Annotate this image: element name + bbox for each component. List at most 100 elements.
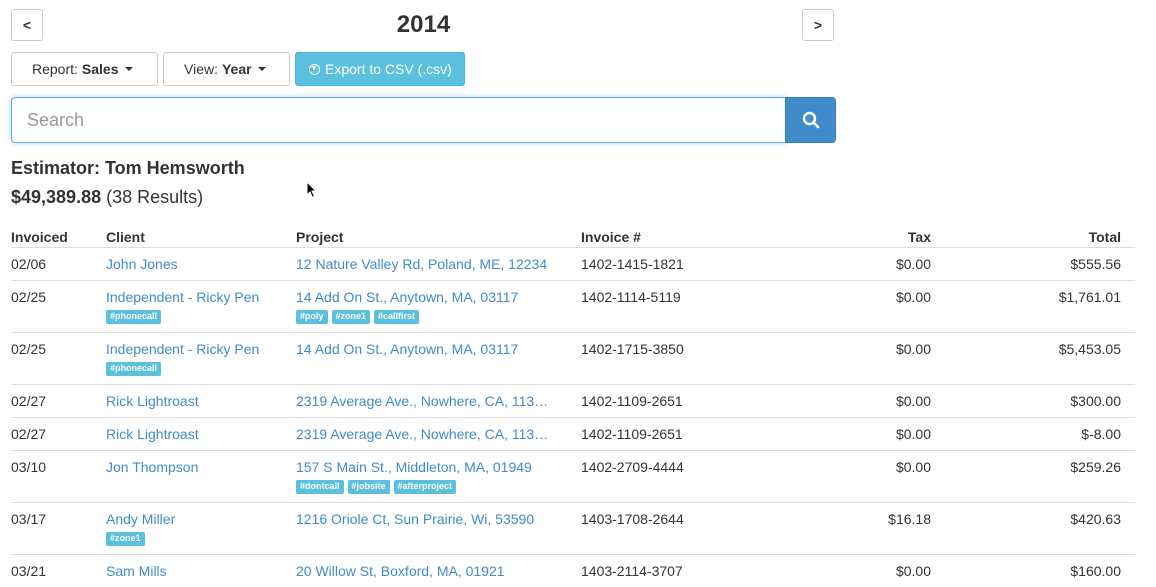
- tag-badge[interactable]: #zone1: [332, 310, 371, 324]
- total-amount-cell: $-8.00: [945, 418, 1135, 451]
- estimator-heading: Estimator: Tom Hemsworth: [11, 158, 245, 179]
- project-cell: 14 Add On St., Anytown, MA, 03117: [296, 333, 581, 385]
- invoice-number: 1402-1415-1821: [581, 248, 821, 281]
- client-link[interactable]: John Jones: [106, 256, 178, 272]
- client-link[interactable]: Jon Thompson: [106, 459, 198, 475]
- table-row[interactable]: 02/25Independent - Ricky Pen#phonecall14…: [11, 333, 1135, 385]
- tag-badge[interactable]: #phonecall: [106, 310, 161, 324]
- download-icon: [309, 64, 320, 75]
- view-value: Year: [222, 61, 252, 77]
- report-dropdown-button[interactable]: Report: Sales: [11, 52, 158, 86]
- table-row[interactable]: 03/17Andy Miller #zone1 1216 Oriole Ct, Su…: [11, 503, 1135, 555]
- project-tags: #dontcall #jobsite #afterproject: [296, 480, 581, 494]
- tag-badge[interactable]: #dontcall: [296, 480, 344, 494]
- total-amount-cell: $555.56: [945, 248, 1135, 281]
- project-link[interactable]: 14 Add On St., Anytown, MA, 03117: [296, 289, 551, 305]
- col-header-invoice-number[interactable]: Invoice #: [581, 225, 821, 248]
- tag-badge[interactable]: #jobsite: [348, 480, 390, 494]
- tax-amount: $0.00: [821, 333, 945, 385]
- total-amount-cell: $1,761.01: [945, 281, 1135, 333]
- tag-badge[interactable]: #phonecall: [106, 362, 161, 376]
- year-title: 2014: [0, 11, 847, 39]
- tax-amount: $16.18: [821, 503, 945, 555]
- search-button[interactable]: [785, 97, 836, 143]
- client-link[interactable]: Independent - Ricky Pen: [106, 289, 259, 305]
- tax-amount: $0.00: [821, 418, 945, 451]
- col-header-invoiced[interactable]: Invoiced: [11, 225, 106, 248]
- project-cell: 14 Add On St., Anytown, MA, 03117 #poly #z…: [296, 281, 581, 333]
- col-header-project[interactable]: Project: [296, 225, 581, 248]
- client-cell: Andy Miller #zone1: [106, 503, 296, 555]
- invoiced-date: 02/27: [11, 418, 106, 451]
- invoice-number: 1402-1109-2651: [581, 385, 821, 418]
- col-header-client[interactable]: Client: [106, 225, 296, 248]
- table-row[interactable]: 02/06John Jones12 Nature Valley Rd, Pola…: [11, 248, 1135, 281]
- invoiced-date: 03/10: [11, 451, 106, 503]
- table-row[interactable]: 02/27Rick Lightroast2319 Average Ave., N…: [11, 385, 1135, 418]
- project-cell: 157 S Main St., Middleton, MA, 01949 #don…: [296, 451, 581, 503]
- project-link[interactable]: 157 S Main St., Middleton, MA, 01949: [296, 459, 551, 475]
- project-link[interactable]: 14 Add On St., Anytown, MA, 03117: [296, 341, 551, 357]
- project-cell: 12 Nature Valley Rd, Poland, ME, 12234: [296, 248, 581, 281]
- project-link[interactable]: 20 Willow St, Boxford, MA, 01921: [296, 563, 551, 579]
- tag-badge[interactable]: #poly: [296, 310, 328, 324]
- sales-table: Invoiced Client Project Invoice # Tax To…: [11, 225, 1135, 587]
- tax-amount: $0.00: [821, 555, 945, 587]
- client-link[interactable]: Rick Lightroast: [106, 426, 199, 442]
- search-icon: [802, 111, 820, 129]
- client-link[interactable]: Andy Miller: [106, 511, 175, 527]
- next-year-button[interactable]: >: [802, 9, 834, 41]
- project-link[interactable]: 2319 Average Ave., Nowhere, CA, 113…: [296, 426, 551, 442]
- client-tags: #phonecall: [106, 310, 296, 324]
- invoice-number: 1402-2709-4444: [581, 451, 821, 503]
- col-header-total[interactable]: Total: [945, 225, 1135, 248]
- results-summary: $49,389.88 (38 Results): [11, 187, 203, 208]
- tax-amount: $0.00: [821, 281, 945, 333]
- project-cell: 1216 Oriole Ct, Sun Prairie, Wi, 53590: [296, 503, 581, 555]
- client-cell: Sam Mills: [106, 555, 296, 587]
- caret-down-icon: [258, 67, 266, 71]
- total-amount-cell: $160.00: [945, 555, 1135, 587]
- tax-amount: $0.00: [821, 248, 945, 281]
- toolbar: Report: Sales View: Year Export to CSV (…: [11, 52, 465, 86]
- col-header-tax[interactable]: Tax: [821, 225, 945, 248]
- table-row[interactable]: 03/21Sam Mills 20 Willow St, Boxford, MA,…: [11, 555, 1135, 587]
- export-label: Export to CSV (.csv): [325, 61, 452, 77]
- project-link[interactable]: 2319 Average Ave., Nowhere, CA, 113…: [296, 393, 551, 409]
- invoice-number: 1402-1114-5119: [581, 281, 821, 333]
- project-tags: #poly #zone1#callfirst: [296, 310, 581, 324]
- project-link[interactable]: 1216 Oriole Ct, Sun Prairie, Wi, 53590: [296, 511, 551, 527]
- table-row[interactable]: 03/10Jon Thompson 157 S Main St., Middlet…: [11, 451, 1135, 503]
- client-cell: Rick Lightroast: [106, 418, 296, 451]
- tag-badge[interactable]: #afterproject: [394, 480, 457, 494]
- client-link[interactable]: Rick Lightroast: [106, 393, 199, 409]
- invoiced-date: 02/25: [11, 281, 106, 333]
- invoice-number: 1403-2114-3707: [581, 555, 821, 587]
- view-dropdown-button[interactable]: View: Year: [163, 52, 290, 86]
- client-cell: Independent - Ricky Pen #phonecall: [106, 333, 296, 385]
- client-link[interactable]: Independent - Ricky Pen: [106, 341, 259, 357]
- client-link[interactable]: Sam Mills: [106, 563, 167, 579]
- search-input[interactable]: [11, 97, 785, 143]
- project-link[interactable]: 12 Nature Valley Rd, Poland, ME, 12234: [296, 256, 551, 272]
- total-amount-cell: $420.63: [945, 503, 1135, 555]
- tag-badge[interactable]: #zone1: [106, 532, 145, 546]
- table-row[interactable]: 02/27Rick Lightroast 2319 Average Ave., N…: [11, 418, 1135, 451]
- table-row[interactable]: 02/25Independent - Ricky Pen #phonecall 14…: [11, 281, 1135, 333]
- export-csv-button[interactable]: Export to CSV (.csv): [295, 52, 465, 86]
- invoiced-date: 03/17: [11, 503, 106, 555]
- view-label: View:: [184, 61, 218, 77]
- invoice-number: 1403-1708-2644: [581, 503, 821, 555]
- client-tags: #zone1: [106, 532, 296, 546]
- client-cell: Independent - Ricky Pen #phonecall: [106, 281, 296, 333]
- client-cell: Rick Lightroast: [106, 385, 296, 418]
- tax-amount: $0.00: [821, 451, 945, 503]
- client-cell: Jon Thompson: [106, 451, 296, 503]
- tag-badge[interactable]: #callfirst: [374, 310, 419, 324]
- client-tags: #phonecall: [106, 362, 296, 376]
- report-value: Sales: [82, 61, 119, 77]
- caret-down-icon: [125, 67, 133, 71]
- invoiced-date: 03/21: [11, 555, 106, 587]
- project-cell: 20 Willow St, Boxford, MA, 01921: [296, 555, 581, 587]
- client-cell: John Jones: [106, 248, 296, 281]
